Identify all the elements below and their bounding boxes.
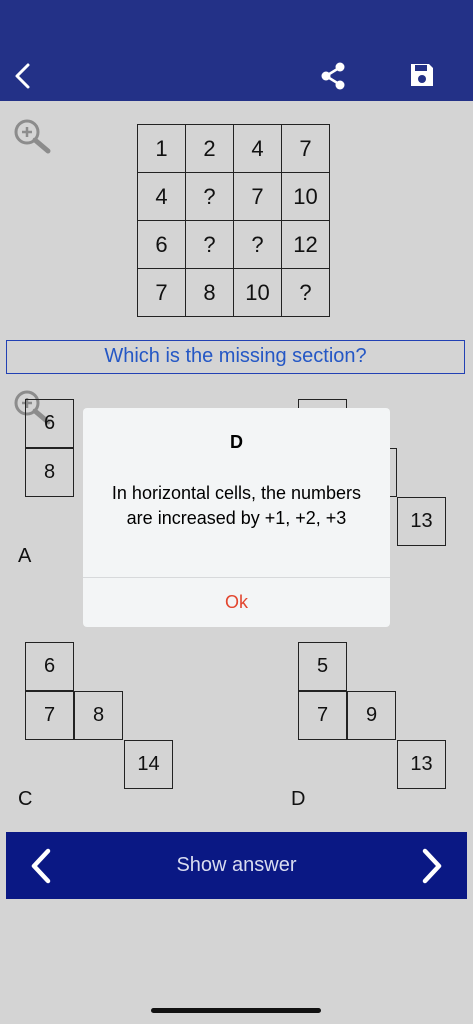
grid-cell: 6 bbox=[137, 220, 186, 269]
option-cell: 14 bbox=[124, 740, 173, 789]
app-header bbox=[0, 0, 473, 101]
option-cell: 8 bbox=[25, 448, 74, 497]
puzzle-grid: 1 2 4 7 4 ? 7 10 6 ? ? 12 7 8 10 ? bbox=[137, 124, 330, 317]
option-cell: 5 bbox=[298, 642, 347, 691]
grid-cell: 8 bbox=[185, 268, 234, 317]
next-chevron-icon[interactable] bbox=[417, 847, 447, 885]
option-cell: 8 bbox=[74, 691, 123, 740]
zoom-in-icon[interactable] bbox=[12, 117, 54, 155]
home-indicator[interactable] bbox=[151, 1008, 321, 1013]
share-icon[interactable] bbox=[320, 62, 346, 90]
grid-row: 7 8 10 ? bbox=[137, 268, 330, 317]
back-chevron-icon[interactable] bbox=[12, 62, 34, 90]
answer-dialog: D In horizontal cells, the numbers are i… bbox=[83, 408, 390, 627]
grid-row: 1 2 4 7 bbox=[137, 124, 330, 173]
option-label: D bbox=[291, 788, 306, 810]
grid-cell: 2 bbox=[185, 124, 234, 173]
option-label: C bbox=[18, 788, 33, 810]
option-cell: 7 bbox=[298, 691, 347, 740]
dialog-title: D bbox=[230, 432, 243, 452]
grid-cell: ? bbox=[185, 220, 234, 269]
option-cell: 13 bbox=[397, 740, 446, 789]
grid-cell: ? bbox=[185, 172, 234, 221]
option-cell: 9 bbox=[347, 691, 396, 740]
option-cell: 6 bbox=[25, 399, 74, 448]
grid-cell: 4 bbox=[233, 124, 282, 173]
save-icon[interactable] bbox=[409, 62, 435, 88]
ok-button[interactable]: Ok bbox=[83, 578, 390, 627]
grid-cell: 7 bbox=[137, 268, 186, 317]
grid-cell: ? bbox=[233, 220, 282, 269]
bottom-nav-bar: Show answer bbox=[6, 832, 467, 899]
dialog-message: In horizontal cells, the numbers are inc… bbox=[111, 483, 362, 528]
grid-cell: 7 bbox=[281, 124, 330, 173]
grid-cell: 1 bbox=[137, 124, 186, 173]
grid-cell: 10 bbox=[281, 172, 330, 221]
question-text: Which is the missing section? bbox=[6, 340, 465, 374]
option-cell: 13 bbox=[397, 497, 446, 546]
grid-row: 4 ? 7 10 bbox=[137, 172, 330, 221]
grid-cell: ? bbox=[281, 268, 330, 317]
grid-row: 6 ? ? 12 bbox=[137, 220, 330, 269]
grid-cell: 4 bbox=[137, 172, 186, 221]
grid-cell: 10 bbox=[233, 268, 282, 317]
grid-cell: 12 bbox=[281, 220, 330, 269]
grid-cell: 7 bbox=[233, 172, 282, 221]
option-label: A bbox=[18, 545, 32, 567]
option-cell: 6 bbox=[25, 642, 74, 691]
option-cell: 7 bbox=[25, 691, 74, 740]
show-answer-button[interactable]: Show answer bbox=[6, 832, 467, 899]
